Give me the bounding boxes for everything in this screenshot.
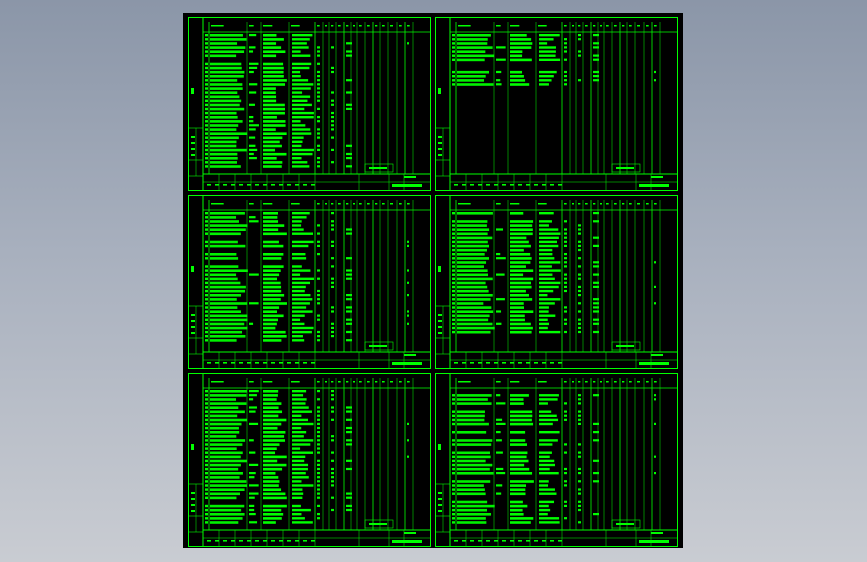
drawing-sheet-1[interactable]: [188, 17, 431, 191]
drawing-sheet-3[interactable]: [188, 195, 431, 369]
drawing-sheet-4[interactable]: [435, 195, 678, 369]
sheet-table-graphics: [189, 374, 430, 546]
sheet-table-graphics: [436, 18, 677, 190]
sheet-table-graphics: [436, 374, 677, 546]
drawing-sheet-6[interactable]: [435, 373, 678, 547]
sheet-table-graphics: [189, 196, 430, 368]
drawing-sheet-5[interactable]: [188, 373, 431, 547]
cad-viewport[interactable]: [0, 0, 867, 562]
sheet-table-graphics: [436, 196, 677, 368]
drawing-sheet-2[interactable]: [435, 17, 678, 191]
sheet-table-graphics: [189, 18, 430, 190]
drawing-frame: [183, 13, 683, 548]
